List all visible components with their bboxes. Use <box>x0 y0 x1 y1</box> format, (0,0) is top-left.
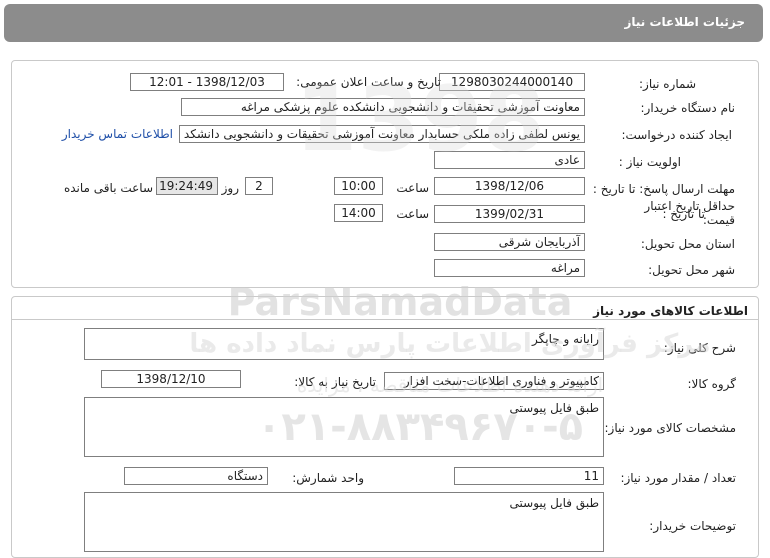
validity-to-label: تا تاریخ : <box>662 207 705 221</box>
summary-field: رایانه و چاپگر <box>84 328 604 360</box>
priority-label: اولویت نیاز : <box>618 155 681 169</box>
remaining-time-field: 19:24:49 <box>156 177 218 195</box>
province-label: استان محل تحویل: <box>640 237 735 251</box>
deadline-date-field: 1398/12/06 <box>434 177 585 195</box>
spec-field: طبق فایل پیوستی <box>84 397 604 457</box>
deadline-time-label: ساعت <box>396 181 429 195</box>
buyer-notes-label: توضیحات خریدار: <box>649 519 736 533</box>
section-divider <box>12 319 758 320</box>
city-label: شهر محل تحویل: <box>648 263 735 277</box>
quantity-field: 11 <box>454 467 604 485</box>
need-info-panel: شماره نیاز: 1298030244000140 تاریخ و ساع… <box>11 60 759 288</box>
need-number-field: 1298030244000140 <box>439 73 585 91</box>
spec-label: مشخصات کالای مورد نیاز: <box>604 421 736 435</box>
remaining-label: ساعت باقی مانده <box>63 181 153 195</box>
quantity-label: تعداد / مقدار مورد نیاز: <box>620 471 736 485</box>
page-header: جزئیات اطلاعات نیاز <box>4 4 763 42</box>
goods-panel: اطلاعات کالاهای مورد نیاز شرح کلی نیاز: … <box>11 296 759 558</box>
days-remaining-field: 2 <box>245 177 273 195</box>
creator-label: ایجاد کننده درخواست: <box>621 128 732 142</box>
validity-time-field: 14:00 <box>334 204 383 222</box>
deadline-time-field: 10:00 <box>334 177 383 195</box>
announce-label: تاریخ و ساعت اعلان عمومی: <box>296 75 441 89</box>
priority-field: عادی <box>434 151 585 169</box>
buyer-field: معاونت آموزشی تحقیقات و دانشجویی دانشکده… <box>181 98 585 116</box>
need-date-field: 1398/12/10 <box>101 370 241 388</box>
group-field: کامپیوتر و فناوری اطلاعات-سخت افزار <box>384 372 604 390</box>
buyer-label: نام دستگاه خریدار: <box>640 101 736 115</box>
creator-field: یونس لطفی زاده ملکی حسابدار معاونت آموزش… <box>179 125 585 143</box>
group-label: گروه کالا: <box>687 377 737 391</box>
city-field: مراغه <box>434 259 585 277</box>
buyer-contact-link[interactable]: اطلاعات تماس خریدار <box>62 127 173 141</box>
deadline-label: مهلت ارسال پاسخ: تا تاریخ : <box>592 182 735 196</box>
validity-time-label: ساعت <box>396 207 429 221</box>
announce-field: 1398/12/03 - 12:01 <box>130 73 284 91</box>
validity-date-field: 1399/02/31 <box>434 205 585 223</box>
goods-section-title: اطلاعات کالاهای مورد نیاز <box>593 304 748 318</box>
province-field: آذربایجان شرقی <box>434 233 585 251</box>
buyer-notes-field: طبق فایل پیوستی <box>84 492 604 552</box>
unit-field: دستگاه <box>124 467 268 485</box>
summary-label: شرح کلی نیاز: <box>663 341 736 355</box>
need-date-label: تاریخ نیاز به کالا: <box>294 375 376 389</box>
page-title: جزئیات اطلاعات نیاز <box>624 15 745 29</box>
need-number-label: شماره نیاز: <box>639 77 696 91</box>
unit-label: واحد شمارش: <box>292 471 364 485</box>
